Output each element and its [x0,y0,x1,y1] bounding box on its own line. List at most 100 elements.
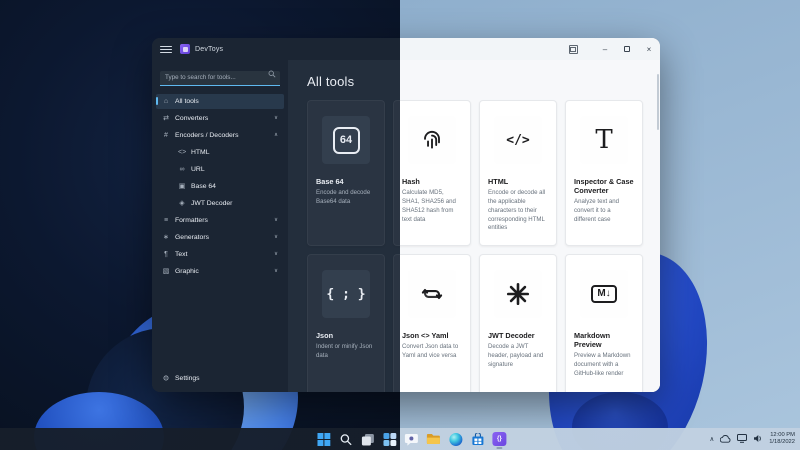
card-title: Hash [402,177,420,186]
tool-card-hash[interactable]: Hash Calculate MD5, SHA1, SHA256 and SHA… [400,100,471,246]
json-braces-icon: { ; } [322,270,370,318]
search-icon [268,70,276,77]
network-icon[interactable] [737,430,748,448]
card-description: Analyze text and convert it to a differe… [574,198,620,223]
compact-overlay-button[interactable] [569,44,578,54]
content-scrollbar[interactable] [657,68,659,384]
card-description: Calculate MD5, SHA1, SHA256 and SHA512 h… [402,189,456,223]
gear-icon [162,374,170,384]
file-explorer-icon[interactable] [426,432,440,446]
sidebar-item-label: URL [191,165,205,173]
sidebar-item-settings[interactable]: Settings [156,371,284,386]
taskbar-clock[interactable]: 12:00 PM 1/18/2022 [769,432,795,446]
letter-t-icon: T [580,116,628,164]
tray-chevron-up-icon[interactable]: ∧ [709,435,714,443]
hamburger-menu-icon[interactable] [160,45,172,53]
graphic-icon: ▧ [162,268,170,275]
card-description: Encode and decode Base64 data [316,189,371,205]
tool-card-jwt-decoder[interactable]: JWT Decoder Decode a JWT header, payload… [479,254,557,392]
html-tool-icon: <> [178,148,187,156]
chevron-up-icon: ∧ [273,132,278,138]
jwt-tool-icon: ◈ [179,200,185,207]
formatter-icon: ≡ [163,216,169,224]
code-tag-icon: </> [494,116,542,164]
task-view-icon[interactable] [360,432,374,446]
sidebar-item-html[interactable]: <> HTML [156,145,284,160]
sidebar-item-formatters[interactable]: ≡ Formatters ∨ [156,213,284,228]
tool-card-inspector-case-converter[interactable]: T Inspector & Case Converter Analyze tex… [565,100,643,246]
taskbar-search-icon[interactable] [338,432,352,446]
card-title: Markdown Preview [574,331,611,350]
clock-time: 12:00 PM [770,432,795,438]
tool-card-json[interactable]: { ; } Json Indent or minify Json data [307,254,385,392]
sidebar-item-graphic[interactable]: ▧ Graphic ∨ [156,264,284,279]
running-indicator [496,447,503,449]
minimize-button[interactable]: – [594,38,616,60]
sidebar: ⌂ All tools ⇄ Converters ∨ # Encoders / … [152,60,288,392]
maximize-icon [624,46,630,52]
card-description: Indent or minify Json data [316,343,373,359]
card-description: Convert Json data to Yaml and vice versa [402,343,459,359]
card-title: Json [316,331,334,340]
scrollbar-thumb[interactable] [657,74,659,130]
card-title: HTML [488,177,509,186]
widgets-icon[interactable] [382,432,396,446]
sidebar-item-label: HTML [191,148,210,156]
card-title: Inspector & Case Converter [574,177,634,196]
maximize-button[interactable] [616,38,638,60]
sidebar-item-base64[interactable]: ▣ Base 64 [156,179,284,194]
chat-icon[interactable] [404,432,418,446]
sidebar-item-label: Graphic [175,267,199,275]
chevron-down-icon: ∨ [273,251,278,257]
fingerprint-icon [408,116,456,164]
desktop: DevToys – × ⌂ All tools ⇄ [0,0,800,450]
sidebar-item-label: Text [175,250,188,258]
home-icon: ⌂ [163,97,169,105]
close-button[interactable]: × [638,38,660,60]
url-tool-icon: ∞ [179,165,185,173]
generator-icon: ∗ [163,234,169,241]
microsoft-store-icon[interactable] [470,432,484,446]
sidebar-item-label: Generators [175,233,210,241]
chevron-down-icon: ∨ [273,234,278,240]
base64-badge-icon: 64 [322,116,370,164]
repeat-arrows-icon [408,270,456,318]
tool-card-base64[interactable]: 64 Base 64 Encode and decode Base64 data [307,100,385,246]
card-title: Json <> Yaml [402,331,449,340]
sidebar-item-label: JWT Decoder [191,199,233,207]
burst-icon [494,270,542,318]
markdown-icon: M↓ [580,270,628,318]
sidebar-nav: ⌂ All tools ⇄ Converters ∨ # Encoders / … [152,93,288,281]
volume-icon[interactable] [753,430,763,448]
sidebar-item-label: Base 64 [191,182,216,190]
card-description: Encode or decode all the applicable char… [488,189,546,232]
sidebar-item-all-tools[interactable]: ⌂ All tools [156,93,284,109]
onedrive-cloud-icon[interactable] [719,430,731,448]
edge-browser-icon[interactable] [448,432,462,446]
system-tray: ∧ 12:00 PM 1/18/2022 [709,428,795,450]
devtoys-logo-icon [180,44,190,54]
sidebar-item-label: Encoders / Decoders [175,131,239,139]
card-title: JWT Decoder [488,331,535,340]
devtoys-window: DevToys – × ⌂ All tools ⇄ [152,38,660,392]
devtoys-taskbar-icon[interactable]: {} [492,432,507,449]
tool-card-markdown-preview[interactable]: M↓ Markdown Preview Preview a Markdown d… [565,254,643,392]
sidebar-item-label: Converters [175,114,209,122]
tool-card-html[interactable]: </> HTML Encode or decode all the applic… [479,100,557,246]
base64-tool-icon: ▣ [178,183,186,190]
sidebar-item-text[interactable]: ¶ Text ∨ [156,247,284,262]
start-button[interactable] [316,432,330,446]
chevron-down-icon: ∨ [273,115,278,121]
clock-date: 1/18/2022 [769,439,795,445]
taskbar: {} ∧ 12:00 PM 1/18/2022 [0,428,800,450]
sidebar-item-jwt-decoder[interactable]: ◈ JWT Decoder [156,196,284,211]
sidebar-item-converters[interactable]: ⇄ Converters ∨ [156,111,284,126]
chevron-down-icon: ∨ [273,268,278,274]
search-input[interactable] [160,70,280,86]
sidebar-item-url[interactable]: ∞ URL [156,162,284,177]
tool-card-json-yaml[interactable]: Json <> Yaml Convert Json data to Yaml a… [400,254,471,392]
window-title: DevToys [195,45,224,53]
sidebar-item-label: Formatters [175,216,208,224]
sidebar-item-generators[interactable]: ∗ Generators ∨ [156,230,284,245]
sidebar-item-encoders-decoders[interactable]: # Encoders / Decoders ∧ [156,128,284,143]
